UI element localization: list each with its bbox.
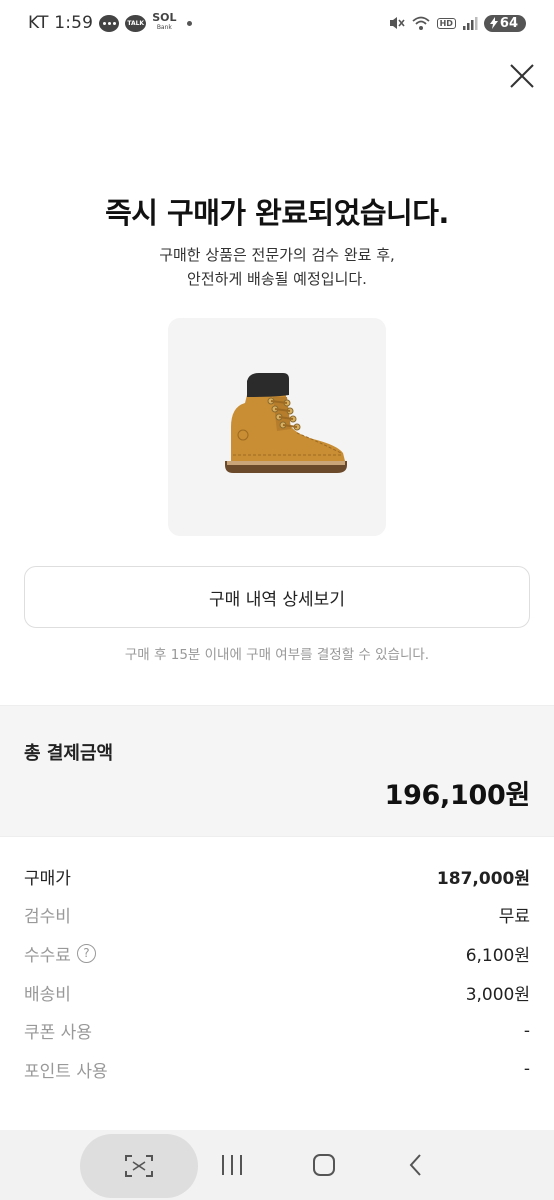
wifi-icon [411, 16, 430, 30]
breakdown-value: 무료 [498, 907, 530, 928]
breakdown-row-purchase-price: 구매가 187,000원 [24, 857, 530, 896]
back-icon [409, 1154, 421, 1176]
subtitle-line-1: 구매한 상품은 전문가의 검수 완료 후, [159, 246, 395, 264]
total-label: 총 결제금액 [24, 743, 114, 764]
breakdown-row-commission: 수수료 ? 6,100원 [24, 934, 530, 973]
breakdown-label: 배송비 [24, 984, 71, 1005]
total-value: 196,100원 [384, 780, 531, 811]
status-left: KT 1:59 TALK SOL Bank [28, 12, 192, 33]
scan-icon [125, 1155, 153, 1177]
breakdown-label: 검수비 [24, 907, 71, 928]
breakdown-value: 187,000원 [436, 868, 530, 889]
breakdown-row-inspection-fee: 검수비 무료 [24, 896, 530, 935]
page-subtitle: 구매한 상품은 전문가의 검수 완료 후, 안전하게 배송될 예정입니다. [0, 243, 554, 291]
nav-home-button[interactable] [308, 1150, 340, 1180]
breakdown-label: 쿠폰 사용 [24, 1023, 92, 1044]
boot-image [225, 373, 347, 473]
sol-bank-icon: SOL Bank [152, 12, 176, 33]
signal-icon [462, 17, 478, 30]
sol-sub-label: Bank [156, 24, 172, 31]
home-icon [313, 1154, 335, 1176]
mute-icon [389, 17, 405, 29]
breakdown-row-shipping: 배송비 3,000원 [24, 973, 530, 1012]
status-bar: KT 1:59 TALK SOL Bank HD 64 [0, 0, 554, 50]
page-title: 즉시 구매가 완료되었습니다. [105, 196, 449, 230]
help-icon[interactable]: ? [76, 943, 96, 963]
recents-icon [222, 1155, 242, 1175]
breakdown-label: 수수료 [24, 945, 71, 966]
status-right: HD 64 [387, 14, 526, 32]
battery-icon: 64 [483, 14, 526, 32]
notification-dot [186, 20, 192, 26]
carrier-time: KT 1:59 [28, 13, 94, 33]
breakdown-row-points: 포인트 사용 - [24, 1050, 530, 1089]
charging-bolt-icon [489, 17, 498, 29]
close-button[interactable] [506, 60, 538, 92]
breakdown-label: 포인트 사용 [24, 1061, 108, 1082]
breakdown-value: 3,000원 [465, 984, 530, 1005]
close-icon [510, 64, 534, 88]
nav-recents-button[interactable] [216, 1150, 248, 1180]
nav-back-button[interactable] [400, 1150, 432, 1180]
breakdown-label: 구매가 [24, 868, 71, 889]
product-image [168, 318, 386, 536]
kakaotalk-icon: TALK [125, 14, 147, 32]
decision-notice: 구매 후 15분 이내에 구매 여부를 결정할 수 있습니다. [124, 647, 430, 663]
purchase-detail-button[interactable]: 구매 내역 상세보기 [24, 566, 530, 628]
total-section: 총 결제금액 196,100원 [0, 705, 554, 837]
breakdown-value: - [523, 1059, 530, 1080]
breakdown-value: - [523, 1020, 530, 1041]
system-nav-bar [0, 1130, 554, 1200]
hd-badge: HD [436, 17, 456, 29]
battery-level: 64 [499, 15, 518, 31]
nav-scan-button[interactable] [80, 1134, 198, 1198]
breakdown-label-wrap: 수수료 ? [24, 941, 96, 966]
price-breakdown: 구매가 187,000원 검수비 무료 수수료 ? 6,100원 배송비 3,0… [24, 857, 530, 1089]
subtitle-line-2: 안전하게 배송될 예정입니다. [187, 270, 367, 288]
breakdown-row-coupon: 쿠폰 사용 - [24, 1011, 530, 1050]
breakdown-value: 6,100원 [465, 945, 530, 966]
chat-icon [99, 14, 120, 32]
